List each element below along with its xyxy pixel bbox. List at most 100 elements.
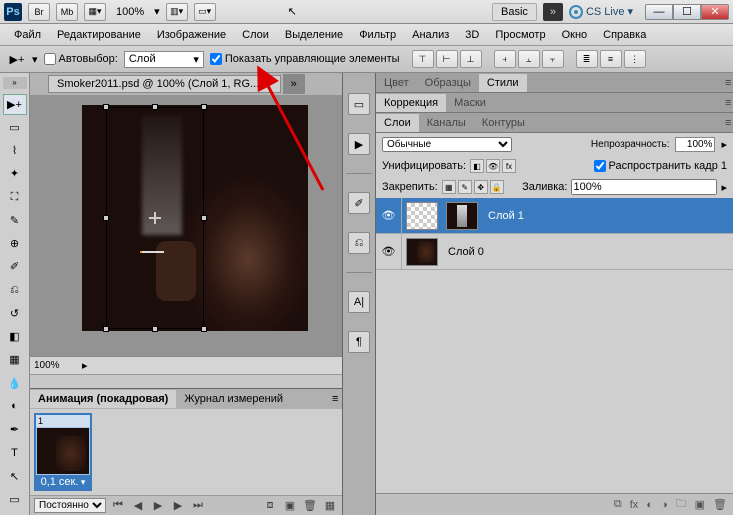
tab-swatches[interactable]: Образцы xyxy=(417,74,479,92)
next-frame-button[interactable]: ▶ xyxy=(170,499,186,513)
doc-tab-handle-icon[interactable]: » xyxy=(283,74,305,94)
window-minimize-button[interactable]: — xyxy=(645,4,673,20)
animation-frame[interactable]: 1 0,1 сек. ▾ xyxy=(34,413,92,491)
transform-handle[interactable] xyxy=(103,104,109,110)
link-layers-icon[interactable]: ⧉ xyxy=(614,498,622,511)
autoselect-mode-dropdown[interactable]: Слой▾ xyxy=(124,51,204,68)
tab-adjustments[interactable]: Коррекция xyxy=(376,94,446,112)
adjustment-layer-icon[interactable]: ◑ xyxy=(661,499,668,511)
zoom-input[interactable] xyxy=(34,360,74,371)
lock-all-icon[interactable]: 🔒 xyxy=(490,180,504,194)
tab-masks[interactable]: Маски xyxy=(446,94,494,112)
move-tool-indicator-icon[interactable]: ▶+ xyxy=(8,50,26,68)
tab-channels[interactable]: Каналы xyxy=(419,114,474,132)
move-tool[interactable]: ▶+ xyxy=(3,94,27,115)
lasso-tool[interactable]: ⌇ xyxy=(3,140,27,161)
cslive-button[interactable]: CS Live ▾ xyxy=(569,5,633,19)
panel-menu-icon[interactable]: ≡ xyxy=(324,390,342,408)
align-vcenter-button[interactable]: ⊢ xyxy=(436,50,458,68)
brush-tool[interactable]: ✐ xyxy=(3,256,27,277)
blend-mode-dropdown[interactable]: Обычные xyxy=(382,137,512,152)
eyedropper-tool[interactable]: ✎ xyxy=(3,210,27,231)
horizontal-scrollbar[interactable] xyxy=(30,374,342,388)
propagate-frame-checkbox[interactable]: Распространить кадр 1 xyxy=(594,160,727,172)
workspace-button[interactable]: Basic xyxy=(492,3,537,21)
timeline-mode-icon[interactable]: ▦ xyxy=(322,499,338,513)
show-transform-controls-checkbox[interactable]: Показать управляющие элементы xyxy=(210,53,400,65)
group-icon[interactable]: 🗀 xyxy=(676,495,687,514)
menu-view[interactable]: Просмотр xyxy=(487,26,553,44)
chevron-icon[interactable]: ▸ xyxy=(721,181,727,194)
prev-frame-button[interactable]: ◀ xyxy=(130,499,146,513)
close-tab-icon[interactable]: × xyxy=(265,78,271,90)
transform-handle[interactable] xyxy=(152,326,158,332)
unify-position-icon[interactable]: ◧ xyxy=(470,159,484,173)
heal-tool[interactable]: ⊕ xyxy=(3,233,27,254)
history-panel-icon[interactable]: ▭ xyxy=(348,93,370,115)
window-maximize-button[interactable]: ☐ xyxy=(673,4,701,20)
delete-layer-icon[interactable]: 🗑 xyxy=(713,498,727,511)
tween-button[interactable]: ⧈ xyxy=(262,499,278,513)
align-left-button[interactable]: ⫞ xyxy=(494,50,516,68)
frame-duration[interactable]: 0,1 сек. ▾ xyxy=(36,475,90,489)
bridge-button[interactable]: Br xyxy=(28,3,50,21)
tab-color[interactable]: Цвет xyxy=(376,74,417,92)
align-hcenter-button[interactable]: ⫠ xyxy=(518,50,540,68)
status-chevron-icon[interactable]: ▸ xyxy=(82,359,88,372)
screenmode-button[interactable]: ▭▾ xyxy=(194,3,216,21)
panel-menu-icon[interactable]: ≡ xyxy=(717,74,733,92)
menu-analysis[interactable]: Анализ xyxy=(404,26,457,44)
stamp-tool[interactable]: ⎌ xyxy=(3,280,27,301)
menu-select[interactable]: Выделение xyxy=(277,26,351,44)
unify-visibility-icon[interactable]: 👁 xyxy=(486,159,500,173)
panel-menu-icon[interactable]: ≡ xyxy=(717,94,733,112)
transform-handle[interactable] xyxy=(103,326,109,332)
menu-file[interactable]: Файл xyxy=(6,26,49,44)
transform-handle[interactable] xyxy=(103,215,109,221)
layer-fx-icon[interactable]: fx xyxy=(630,499,639,511)
layer-name[interactable]: Слой 0 xyxy=(442,246,484,258)
last-frame-button[interactable]: ⏭ xyxy=(190,499,206,513)
tab-measurements[interactable]: Журнал измерений xyxy=(176,390,291,408)
type-tool[interactable]: T xyxy=(3,442,27,463)
tab-layers[interactable]: Слои xyxy=(376,114,419,132)
autoselect-checkbox[interactable]: Автовыбор: xyxy=(44,53,118,65)
arrange-button[interactable]: ▥▾ xyxy=(166,3,188,21)
transform-bounding-box[interactable] xyxy=(106,107,204,329)
marquee-tool[interactable]: ▭ xyxy=(3,117,27,138)
loop-dropdown[interactable]: Постоянно xyxy=(34,498,106,513)
layer-thumbnail[interactable] xyxy=(406,238,438,266)
menu-edit[interactable]: Редактирование xyxy=(49,26,149,44)
layer-mask-icon[interactable]: ◐ xyxy=(646,499,653,511)
align-right-button[interactable]: ⫟ xyxy=(542,50,564,68)
character-panel-icon[interactable]: A| xyxy=(348,291,370,313)
delete-frame-button[interactable]: 🗑 xyxy=(302,499,318,513)
view-extras-button[interactable]: ▦▾ xyxy=(84,3,106,21)
layer-row[interactable]: 👁 Слой 0 xyxy=(376,234,733,270)
distribute-3-button[interactable]: ⋮ xyxy=(624,50,646,68)
paragraph-panel-icon[interactable]: ¶ xyxy=(348,331,370,353)
layer-row[interactable]: 👁 Слой 1 xyxy=(376,198,733,234)
distribute-2-button[interactable]: ≡ xyxy=(600,50,622,68)
menu-image[interactable]: Изображение xyxy=(149,26,234,44)
clone-panel-icon[interactable]: ⎌ xyxy=(348,232,370,254)
history-brush-tool[interactable]: ↺ xyxy=(3,303,27,324)
blur-tool[interactable]: 💧 xyxy=(3,373,27,394)
menu-help[interactable]: Справка xyxy=(595,26,654,44)
lock-transparency-icon[interactable]: ▦ xyxy=(442,180,456,194)
minibridge-button[interactable]: Mb xyxy=(56,3,78,21)
menu-layers[interactable]: Слои xyxy=(234,26,277,44)
new-frame-button[interactable]: ▣ xyxy=(282,499,298,513)
visibility-toggle-icon[interactable]: 👁 xyxy=(376,198,402,233)
transform-handle[interactable] xyxy=(201,104,207,110)
layer-thumbnail[interactable] xyxy=(406,202,438,230)
canvas-viewport[interactable] xyxy=(30,95,342,356)
options-chevron-icon[interactable]: ▾ xyxy=(32,53,38,66)
menu-filter[interactable]: Фильтр xyxy=(351,26,404,44)
zoom-level[interactable]: 100% xyxy=(112,6,148,18)
tab-paths[interactable]: Контуры xyxy=(474,114,533,132)
first-frame-button[interactable]: ⏮ xyxy=(110,499,126,513)
toolbox-collapse-icon[interactable]: » xyxy=(3,77,27,89)
workspace-switcher-icon[interactable]: » xyxy=(543,3,563,21)
layer-thumbnail[interactable] xyxy=(446,202,478,230)
